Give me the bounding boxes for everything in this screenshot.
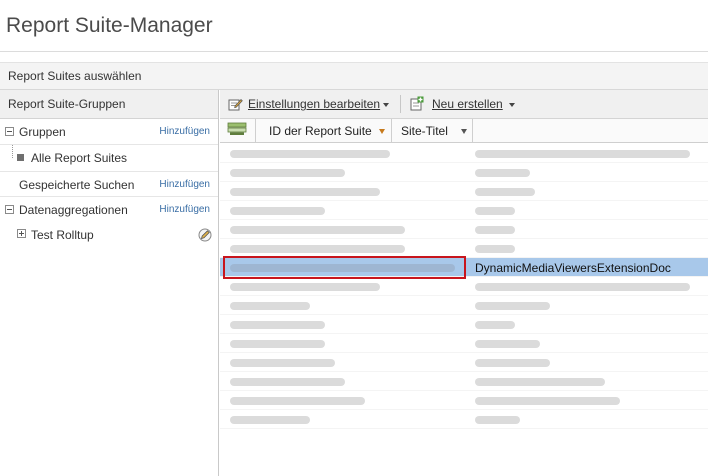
sort-desc-icon[interactable] bbox=[379, 129, 385, 134]
chevron-down-icon[interactable] bbox=[383, 103, 389, 107]
table-row[interactable] bbox=[220, 410, 708, 429]
redacted-id bbox=[230, 245, 405, 253]
redacted-title bbox=[475, 169, 530, 177]
redacted-id bbox=[230, 416, 310, 424]
sort-icon[interactable] bbox=[461, 129, 467, 134]
column-header-site-title[interactable]: Site-Titel bbox=[392, 119, 473, 143]
redacted-title bbox=[475, 226, 515, 234]
edit-settings-button[interactable]: Einstellungen bearbeiten bbox=[248, 97, 380, 111]
table-row[interactable] bbox=[220, 163, 708, 182]
table-row[interactable] bbox=[220, 296, 708, 315]
create-new-button[interactable]: Neu erstellen bbox=[432, 97, 503, 111]
table-row[interactable] bbox=[220, 372, 708, 391]
report-suites-select-header: Report Suites auswählen bbox=[0, 62, 708, 90]
tree-connector bbox=[12, 145, 13, 158]
report-suites-select-label: Report Suites auswählen bbox=[8, 69, 142, 83]
column-picker-icon[interactable] bbox=[226, 122, 248, 136]
table-row[interactable] bbox=[220, 220, 708, 239]
report-suite-icon bbox=[17, 154, 24, 161]
redacted-title bbox=[475, 207, 515, 215]
redacted-title bbox=[475, 340, 540, 348]
table-row-selected[interactable]: DynamicMediaViewersExtensionDoc bbox=[220, 256, 708, 279]
column-chooser-cell[interactable] bbox=[220, 119, 256, 143]
collapse-icon[interactable] bbox=[5, 127, 14, 136]
add-group-link[interactable]: Hinzufügen bbox=[159, 126, 210, 137]
add-aggregation-link[interactable]: Hinzufügen bbox=[159, 204, 210, 215]
sidebar-item-groups[interactable]: Gruppen Hinzufügen bbox=[0, 119, 218, 145]
redacted-id bbox=[230, 378, 345, 386]
column-header-label: ID der Report Suite bbox=[269, 124, 372, 138]
report-suite-groups-title: Report Suite-Gruppen bbox=[8, 97, 126, 111]
redacted-title bbox=[475, 302, 550, 310]
table-row[interactable] bbox=[220, 334, 708, 353]
sidebar-item-all-report-suites[interactable]: Alle Report Suites bbox=[0, 145, 218, 171]
edit-icon[interactable] bbox=[198, 228, 212, 242]
sidebar-item-label: Gespeicherte Suchen bbox=[19, 178, 135, 192]
redacted-id bbox=[230, 188, 380, 196]
highlight-box bbox=[223, 256, 466, 279]
redacted-id bbox=[230, 397, 365, 405]
redacted-title bbox=[475, 283, 690, 291]
table-row[interactable] bbox=[220, 277, 708, 296]
chevron-down-icon[interactable] bbox=[509, 103, 515, 107]
add-saved-search-link[interactable]: Hinzufügen bbox=[159, 179, 210, 190]
redacted-id bbox=[230, 359, 335, 367]
report-suite-table: DynamicMediaViewersExtensionDoc bbox=[220, 144, 708, 429]
redacted-id bbox=[230, 283, 380, 291]
toolbar-divider bbox=[400, 95, 401, 113]
redacted-id bbox=[230, 302, 310, 310]
toolbar: Einstellungen bearbeiten Neu erstellen bbox=[220, 90, 708, 119]
redacted-title bbox=[475, 378, 605, 386]
table-row[interactable] bbox=[220, 353, 708, 372]
redacted-id bbox=[230, 340, 325, 348]
redacted-id bbox=[230, 169, 345, 177]
redacted-id bbox=[230, 226, 405, 234]
redacted-title bbox=[475, 416, 520, 424]
page-title: Report Suite-Manager bbox=[0, 0, 708, 52]
table-row[interactable] bbox=[220, 144, 708, 163]
expand-icon[interactable] bbox=[17, 229, 26, 238]
sidebar-item-label: Test Rolltup bbox=[31, 228, 94, 242]
redacted-title bbox=[475, 188, 535, 196]
redacted-id bbox=[230, 321, 325, 329]
sidebar-item-test-rollup[interactable]: Test Rolltup bbox=[0, 223, 218, 249]
redacted-title bbox=[475, 359, 550, 367]
sidebar-item-label: Alle Report Suites bbox=[31, 151, 128, 165]
collapse-icon[interactable] bbox=[5, 205, 14, 214]
report-suite-groups-panel: Report Suite-Gruppen Gruppen Hinzufügen … bbox=[0, 90, 219, 476]
column-header-report-suite-id[interactable]: ID der Report Suite bbox=[256, 119, 392, 143]
table-header: ID der Report Suite Site-Titel bbox=[220, 119, 708, 143]
table-row[interactable] bbox=[220, 201, 708, 220]
report-suite-list-panel: Einstellungen bearbeiten Neu erstellen I… bbox=[220, 90, 708, 476]
sidebar-item-label: Gruppen bbox=[19, 125, 66, 139]
table-row[interactable] bbox=[220, 391, 708, 410]
redacted-title bbox=[475, 397, 620, 405]
redacted-title bbox=[475, 245, 515, 253]
edit-settings-icon bbox=[228, 98, 243, 111]
table-row[interactable] bbox=[220, 315, 708, 334]
redacted-title bbox=[475, 150, 690, 158]
sidebar-item-label: Datenaggregationen bbox=[19, 203, 128, 217]
redacted-title bbox=[475, 321, 515, 329]
redacted-id bbox=[230, 207, 325, 215]
site-title-cell: DynamicMediaViewersExtensionDoc bbox=[475, 261, 671, 275]
report-suite-groups-header: Report Suite-Gruppen bbox=[0, 90, 218, 119]
sidebar-item-data-aggregations[interactable]: Datenaggregationen Hinzufügen bbox=[0, 197, 218, 223]
new-report-suite-icon bbox=[410, 96, 424, 111]
table-row[interactable] bbox=[220, 182, 708, 201]
redacted-id bbox=[230, 150, 390, 158]
column-header-label: Site-Titel bbox=[401, 124, 448, 138]
sidebar-item-saved-searches[interactable]: Gespeicherte Suchen Hinzufügen bbox=[0, 171, 218, 197]
